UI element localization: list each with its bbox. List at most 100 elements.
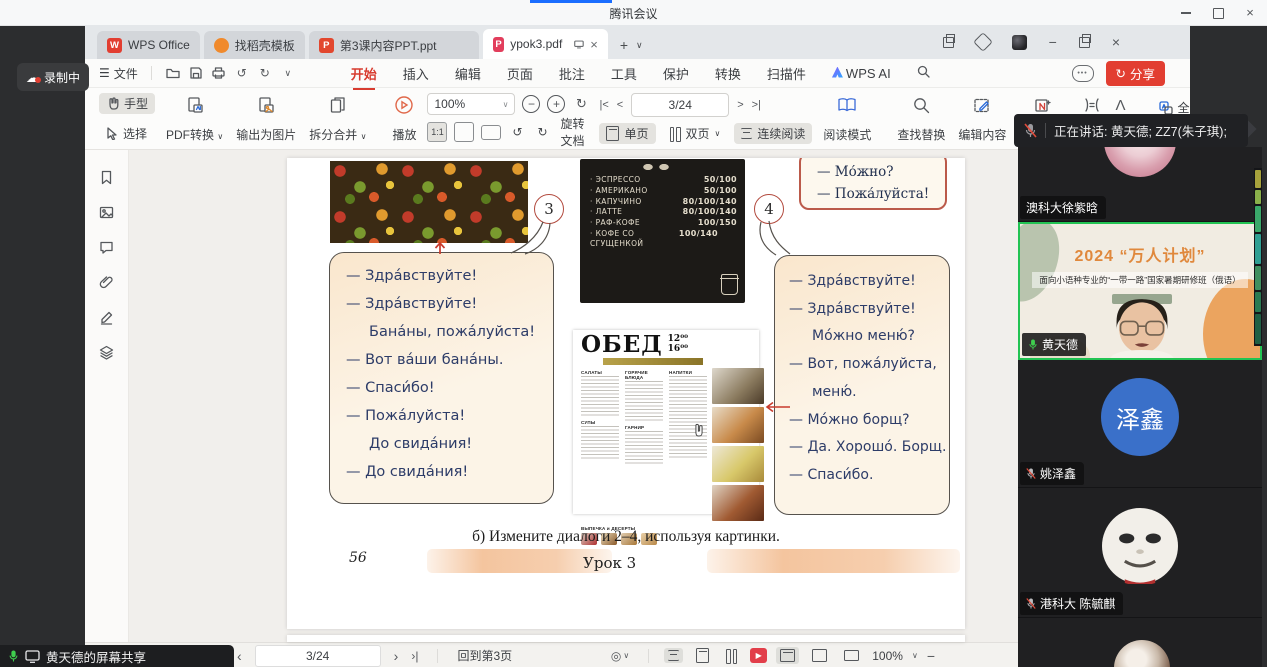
- menu-insert[interactable]: 插入: [403, 64, 429, 83]
- prev-page-button[interactable]: <: [617, 99, 623, 111]
- statusbar-single-page-button[interactable]: [692, 646, 713, 665]
- statusbar-last-page[interactable]: ›|: [411, 649, 418, 663]
- rotate-doc-label[interactable]: 旋转文档: [560, 115, 590, 149]
- continuous-read-button[interactable]: 连续阅读: [734, 123, 812, 144]
- redo-icon[interactable]: ↻: [257, 65, 273, 81]
- participant-tile[interactable]: [1018, 618, 1262, 667]
- zoom-out-button[interactable]: −: [522, 95, 540, 113]
- actual-size-button[interactable]: 1:1: [427, 122, 447, 142]
- statusbar-zoom-out[interactable]: −: [927, 648, 935, 664]
- first-page-button[interactable]: |<: [599, 99, 608, 111]
- participant-tile[interactable]: 澳科大徐紫晗: [1018, 147, 1262, 222]
- select-tool-button[interactable]: 选择: [99, 123, 155, 144]
- user-avatar[interactable]: [1012, 35, 1027, 50]
- attachment-icon[interactable]: [99, 275, 114, 290]
- wps-minimize-button[interactable]: −: [1049, 34, 1057, 50]
- workspace-icon[interactable]: [973, 32, 993, 52]
- menu-annotate[interactable]: 批注: [559, 64, 585, 83]
- quickbar-caret-icon[interactable]: ∨: [280, 65, 296, 81]
- menu-search-icon[interactable]: [917, 65, 930, 81]
- meeting-minimize-button[interactable]: [1180, 7, 1192, 19]
- participant-name: 港科大 陈毓麒: [1020, 592, 1123, 615]
- statusbar-zoom-value[interactable]: 100%: [872, 649, 903, 663]
- statusbar-fit-page-button[interactable]: [808, 647, 831, 664]
- recording-badge[interactable]: ☁ 录制中: [17, 63, 89, 91]
- screen-cast-icon[interactable]: [574, 39, 584, 50]
- menu-scan[interactable]: 扫描件: [767, 64, 806, 83]
- statusbar-next-page[interactable]: ›: [394, 648, 399, 664]
- pdf-convert-button[interactable]: PDF转换 ∨: [164, 93, 225, 144]
- participant-tile[interactable]: 泽鑫 姚泽鑫: [1018, 360, 1262, 488]
- new-tab-button[interactable]: +: [620, 37, 628, 53]
- signature-pen-icon[interactable]: [99, 310, 114, 325]
- zoom-in-button[interactable]: +: [547, 95, 565, 113]
- bookmark-icon[interactable]: [99, 170, 114, 185]
- cloud-sync-icon[interactable]: •••: [1072, 65, 1094, 82]
- coffee-beans-drawing: [640, 163, 680, 171]
- image-panel-icon[interactable]: [99, 205, 114, 220]
- share-button[interactable]: ↻分享: [1106, 61, 1166, 86]
- undo-icon[interactable]: ↺: [234, 65, 250, 81]
- fit-width-icon: [844, 650, 859, 661]
- zoom-select[interactable]: 100% ∨: [427, 93, 515, 115]
- participant-tile[interactable]: 港科大 陈毓麒: [1018, 488, 1262, 618]
- rotate-left-icon[interactable]: ↺: [508, 123, 526, 141]
- last-page-button[interactable]: >|: [752, 99, 761, 111]
- statusbar-page-indicator[interactable]: [255, 645, 381, 667]
- statusbar-actual-size-button[interactable]: [776, 647, 799, 664]
- ai-read-icon[interactable]: Λ: [1115, 97, 1125, 114]
- menu-food-photos: [712, 368, 764, 524]
- wps-close-button[interactable]: ×: [1112, 34, 1120, 50]
- screen-share-banner[interactable]: 黄天德的屏幕共享: [0, 645, 234, 667]
- split-view-icon[interactable]: [943, 37, 954, 48]
- wps-restore-button[interactable]: [1079, 37, 1090, 48]
- play-button[interactable]: 播放: [390, 93, 418, 144]
- view-options-button[interactable]: ◎∨: [607, 647, 633, 665]
- meeting-restore-button[interactable]: [1212, 7, 1224, 19]
- statusbar-fit-width-button[interactable]: [840, 648, 863, 663]
- layers-icon[interactable]: [99, 345, 114, 360]
- statusbar-play-button[interactable]: ▶: [750, 648, 767, 663]
- tab-docer-templates[interactable]: 找稻壳模板: [204, 31, 305, 59]
- fit-width-icon[interactable]: [481, 125, 501, 140]
- fit-page-icon[interactable]: [454, 122, 474, 142]
- export-image-button[interactable]: 输出为图片: [234, 93, 298, 144]
- rotate-right-icon[interactable]: ↻: [533, 123, 551, 141]
- menu-edit[interactable]: 编辑: [455, 64, 481, 83]
- statusbar-double-page-button[interactable]: [722, 647, 741, 664]
- open-folder-icon[interactable]: [165, 65, 181, 81]
- page-indicator-input[interactable]: [631, 93, 729, 117]
- split-merge-button[interactable]: 拆分合并 ∨: [307, 93, 368, 144]
- edit-content-icon: [973, 94, 991, 116]
- meeting-close-button[interactable]: ×: [1244, 7, 1256, 19]
- menu-wps-ai[interactable]: WPS AI: [832, 66, 891, 81]
- tab-pdf-document-active[interactable]: P ypok3.pdf ×: [483, 29, 608, 59]
- tab-ppt-document[interactable]: P 第3课内容PPT.ppt: [309, 31, 479, 59]
- file-menu[interactable]: ☰ 文件: [99, 65, 138, 82]
- single-page-icon: [696, 648, 709, 663]
- find-replace-button[interactable]: 查找替换: [895, 93, 947, 144]
- menu-home[interactable]: 开始: [351, 64, 377, 83]
- tab-close-icon[interactable]: ×: [590, 37, 598, 52]
- menu-protect[interactable]: 保护: [663, 64, 689, 83]
- statusbar-prev-page[interactable]: ‹: [237, 648, 242, 664]
- tab-list-caret[interactable]: ∨: [636, 40, 643, 51]
- next-page-button[interactable]: >: [737, 99, 743, 111]
- menu-convert[interactable]: 转换: [715, 64, 741, 83]
- single-page-button[interactable]: 单页: [599, 123, 655, 144]
- save-icon[interactable]: [188, 65, 204, 81]
- menu-page[interactable]: 页面: [507, 64, 533, 83]
- tab-wps-home[interactable]: W WPS Office: [97, 31, 200, 59]
- statusbar-zoom-caret[interactable]: ∨: [912, 651, 918, 660]
- hand-tool-button[interactable]: 手型: [99, 93, 155, 114]
- back-to-page-button[interactable]: 回到第3页: [457, 647, 512, 664]
- double-page-button[interactable]: 双页 ∨: [663, 123, 728, 144]
- comment-icon[interactable]: [99, 240, 114, 255]
- double-page-icon: [670, 127, 681, 140]
- menu-tools[interactable]: 工具: [611, 64, 637, 83]
- participant-tile-speaking[interactable]: 2024 “万人计划” 面向小语种专业的“一带一路”国家暑期研修班（俄语）: [1018, 222, 1262, 360]
- statusbar-continuous-button[interactable]: [664, 648, 683, 663]
- edit-content-button[interactable]: 编辑内容: [956, 93, 1008, 144]
- read-mode-button[interactable]: 阅读模式: [821, 93, 873, 144]
- print-icon[interactable]: [211, 65, 227, 81]
